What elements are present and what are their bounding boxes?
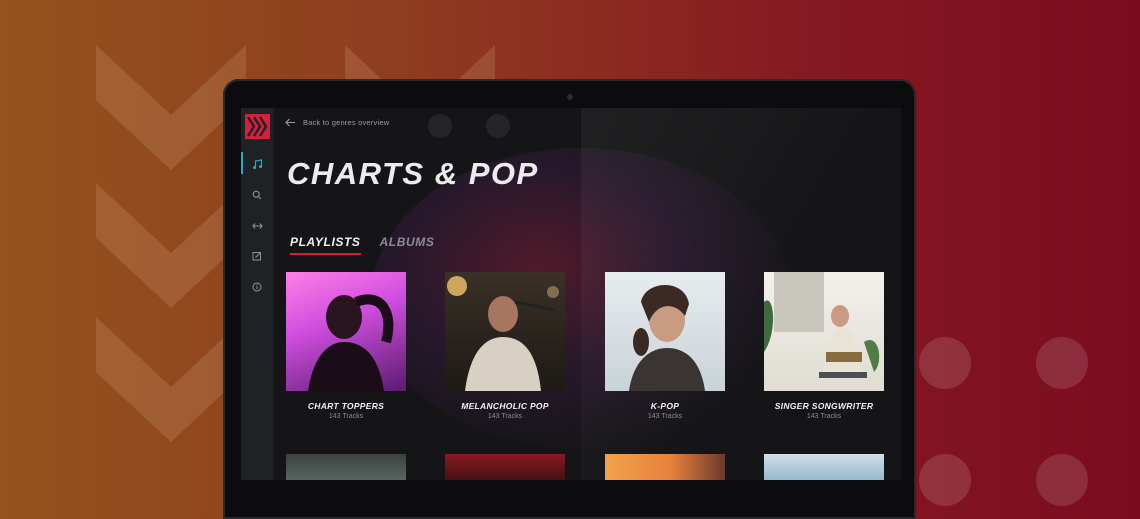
sidebar — [241, 108, 274, 480]
playlist-cover-image — [605, 272, 725, 391]
playlist-cover-image — [286, 272, 406, 391]
app-screen: Back to genres overview CHARTS & POP PLA… — [241, 108, 901, 480]
playlist-cover-image — [445, 272, 565, 391]
dot-decoration — [428, 114, 452, 138]
dot-decoration — [919, 454, 971, 506]
playlist-card[interactable]: CHART TOPPERS 143 Tracks — [286, 272, 406, 420]
tab-playlists[interactable]: PLAYLISTS — [290, 235, 361, 255]
playlist-card[interactable]: SINGER SONGWRITER 143 Tracks — [764, 272, 884, 420]
dot-decoration — [919, 337, 971, 389]
info-icon[interactable] — [250, 280, 264, 294]
playlist-title: MELANCHOLIC POP — [461, 401, 549, 411]
playlist-title: CHART TOPPERS — [307, 401, 385, 411]
playlist-cover-image[interactable] — [445, 454, 565, 480]
playlist-card[interactable]: MELANCHOLIC POP 143 Tracks — [445, 272, 565, 420]
playlist-track-count: 143 Tracks — [328, 413, 364, 420]
playlist-card[interactable]: K-POP 143 Tracks — [605, 272, 725, 420]
playlist-cover-image[interactable] — [605, 454, 725, 480]
music-note-icon[interactable] — [250, 157, 264, 171]
webcam — [567, 94, 573, 100]
nav-active-indicator — [241, 152, 243, 174]
back-link-label: Back to genres overview — [303, 118, 390, 127]
arrow-left-icon — [285, 118, 295, 127]
playlist-track-count: 143 Tracks — [647, 413, 683, 420]
dot-decoration — [1036, 454, 1088, 506]
arrows-icon[interactable] — [250, 219, 264, 233]
playlist-track-count: 143 Tracks — [487, 413, 523, 420]
content-tabs: PLAYLISTS ALBUMS — [290, 235, 434, 255]
playlist-cover-image[interactable] — [764, 454, 884, 480]
background-photo-glow — [371, 148, 791, 448]
page-title: CHARTS & POP — [287, 156, 539, 191]
playlist-title: K-POP — [650, 401, 680, 411]
logo-icon[interactable] — [245, 114, 270, 139]
dot-decoration — [1036, 337, 1088, 389]
playlist-track-count: 143 Tracks — [806, 413, 842, 420]
dot-decoration — [486, 114, 510, 138]
back-to-genres-link[interactable]: Back to genres overview — [285, 118, 389, 127]
edit-icon[interactable] — [250, 249, 264, 263]
playlist-cover-image — [764, 272, 884, 391]
playlist-cover-image[interactable] — [286, 454, 406, 480]
tab-albums[interactable]: ALBUMS — [380, 235, 435, 255]
search-icon[interactable] — [250, 188, 264, 202]
playlist-title: SINGER SONGWRITER — [774, 401, 874, 411]
